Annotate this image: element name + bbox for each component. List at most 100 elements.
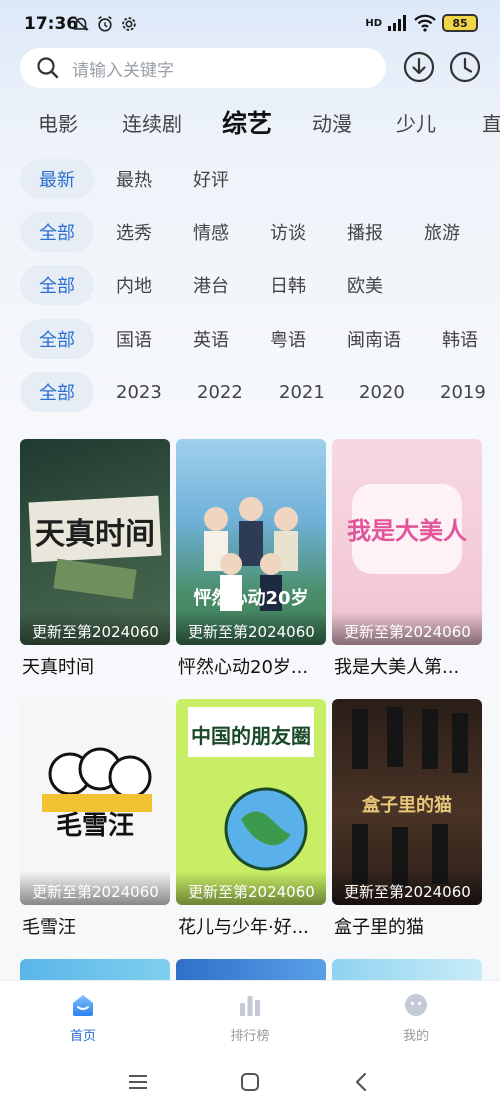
poster-image: [332, 959, 482, 980]
poster-image: 怦然心动20岁 更新至第2024060: [176, 439, 326, 645]
show-card-partial[interactable]: [332, 959, 482, 980]
show-title: 我是大美人第...: [334, 657, 460, 678]
home-square-icon[interactable]: [238, 1070, 262, 1094]
wifi-icon: [414, 14, 436, 32]
filter-chip-hk-tw[interactable]: 港台: [193, 265, 229, 305]
show-title: 天真时间: [22, 657, 94, 678]
poster-image: 中国的朋友圈 更新至第2024060: [176, 699, 326, 905]
filter-chip-cantonese[interactable]: 粤语: [270, 319, 306, 359]
filter-chip-korean[interactable]: 韩语: [442, 319, 478, 359]
nav-label: 首页: [69, 1029, 96, 1044]
show-card-partial[interactable]: [176, 959, 326, 980]
status-right: HD 85: [365, 14, 478, 32]
poster-image: 我是大美人 更新至第2024060: [332, 439, 482, 645]
filter-chip-travel[interactable]: 旅游: [424, 212, 460, 252]
poster-title-text: 中国的朋友圈: [191, 724, 311, 748]
filter-chip-broadcast[interactable]: 播报: [347, 212, 383, 252]
filter-chip-western[interactable]: 欧美: [347, 265, 383, 305]
settings-gear-icon: [122, 17, 136, 31]
face-icon: [405, 994, 427, 1016]
filter-row-type: 全部 选秀 情感 访谈 播报 旅游: [0, 212, 500, 252]
poster-image: 盒子里的猫 更新至第2024060: [332, 699, 482, 905]
search-bar[interactable]: 请输入关键字: [20, 48, 386, 88]
nav-profile[interactable]: 我的: [366, 991, 466, 1044]
filter-chip-2019[interactable]: 2019: [440, 372, 486, 412]
battery-indicator: 85: [442, 14, 478, 32]
category-tabs: 电影 连续剧 综艺 动漫 少儿 直: [0, 100, 500, 144]
bottom-nav: 首页 排行榜 我的: [0, 980, 500, 1052]
filter-chip-all[interactable]: 全部: [20, 212, 94, 252]
poster-title-text: 怦然心动20岁: [193, 587, 308, 609]
tab-live[interactable]: 直: [482, 108, 500, 137]
download-icon: [403, 51, 435, 83]
status-time: 17:36: [24, 14, 79, 34]
filter-chip-all[interactable]: 全部: [20, 265, 94, 305]
filter-chip-jp-kr[interactable]: 日韩: [270, 265, 306, 305]
history-icon: [449, 51, 481, 83]
filter-chip-2023[interactable]: 2023: [116, 372, 162, 412]
filter-row-region: 全部 内地 港台 日韩 欧美: [0, 265, 500, 305]
back-icon[interactable]: [350, 1070, 374, 1094]
nav-ranking[interactable]: 排行榜: [200, 991, 300, 1044]
nav-label: 我的: [402, 1029, 429, 1044]
status-bar: 17:36 HD 85: [0, 0, 500, 46]
tab-variety[interactable]: 综艺: [222, 104, 272, 140]
filter-chip-romance[interactable]: 情感: [193, 212, 229, 252]
filter-chip-mainland[interactable]: 内地: [116, 265, 152, 305]
chart-icon: [240, 996, 260, 1016]
history-button[interactable]: [448, 50, 482, 84]
filter-chip-2021[interactable]: 2021: [279, 372, 325, 412]
filter-chip-mandarin[interactable]: 国语: [116, 319, 152, 359]
update-label: 更新至第2024060: [332, 871, 482, 905]
tab-movie[interactable]: 电影: [38, 108, 78, 137]
poster-title-text: 天真时间: [35, 517, 155, 552]
update-label: 更新至第2024060: [332, 611, 482, 645]
signal-indicator: HD: [365, 17, 382, 29]
filter-chip-hot[interactable]: 最热: [116, 159, 152, 199]
filter-chip-talent[interactable]: 选秀: [116, 212, 152, 252]
search-icon: [37, 57, 59, 79]
show-title: 花儿与少年·好...: [178, 917, 309, 938]
filter-chip-english[interactable]: 英语: [193, 319, 229, 359]
filter-chip-interview[interactable]: 访谈: [270, 212, 306, 252]
mute-bell-icon: [73, 17, 89, 31]
poster-image: 毛雪汪 更新至第2024060: [20, 699, 170, 905]
filter-chip-2022[interactable]: 2022: [197, 372, 243, 412]
recent-apps-icon[interactable]: [126, 1070, 150, 1094]
poster-title-text: 毛雪汪: [56, 811, 134, 841]
tab-series[interactable]: 连续剧: [122, 108, 182, 137]
update-label: 更新至第2024060: [20, 611, 170, 645]
search-placeholder: 请输入关键字: [72, 60, 174, 81]
filter-row-sort: 最新 最热 好评: [0, 159, 500, 199]
show-card-partial[interactable]: [20, 959, 170, 980]
update-label: 更新至第2024060: [176, 871, 326, 905]
download-button[interactable]: [402, 50, 436, 84]
status-icons: [72, 15, 138, 33]
filter-chip-2020[interactable]: 2020: [359, 372, 405, 412]
signal-bars-icon: [388, 15, 406, 31]
show-title: 毛雪汪: [22, 917, 76, 938]
update-label: 更新至第2024060: [176, 611, 326, 645]
update-label: 更新至第2024060: [20, 871, 170, 905]
filter-chip-rating[interactable]: 好评: [193, 159, 229, 199]
poster-title-text: 盒子里的猫: [362, 794, 452, 816]
alarm-icon: [98, 16, 112, 32]
poster-image: [20, 959, 170, 980]
system-nav-bar: [0, 1052, 500, 1111]
filter-chip-all[interactable]: 全部: [20, 319, 94, 359]
filter-chip-latest[interactable]: 最新: [20, 159, 94, 199]
filter-chip-minnan[interactable]: 闽南语: [347, 319, 401, 359]
filter-chip-all[interactable]: 全部: [20, 372, 94, 412]
tab-kids[interactable]: 少儿: [396, 108, 436, 137]
filter-row-language: 全部 国语 英语 粤语 闽南语 韩语: [0, 319, 500, 359]
poster-image: [176, 959, 326, 980]
home-icon: [73, 995, 93, 1016]
poster-title-text: 我是大美人: [347, 517, 467, 545]
filter-row-year: 全部 2023 2022 2021 2020 2019: [0, 372, 500, 412]
nav-home[interactable]: 首页: [33, 991, 133, 1044]
tab-anime[interactable]: 动漫: [312, 108, 352, 137]
poster-image: 天真时间 更新至第2024060: [20, 439, 170, 645]
show-title: 怦然心动20岁...: [178, 657, 309, 678]
show-title: 盒子里的猫: [334, 917, 424, 938]
nav-label: 排行榜: [230, 1029, 270, 1044]
